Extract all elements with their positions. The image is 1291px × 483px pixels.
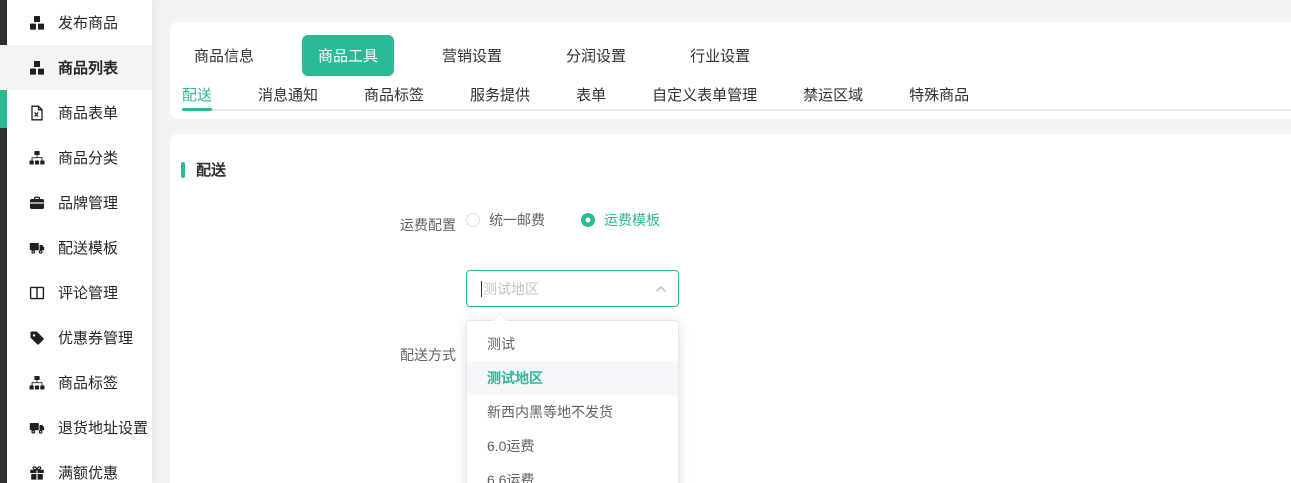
secondary-tab[interactable]: 自定义表单管理 [652,79,757,109]
sidebar-item-label: 评论管理 [58,282,118,303]
truck-icon [28,239,45,256]
select-option[interactable]: 测试 [467,327,678,361]
collapsed-menu-rail [0,0,7,483]
radio-icon[interactable] [466,213,480,227]
chevron-up-icon[interactable] [655,283,667,295]
sidebar-item[interactable]: 发布商品 [7,0,152,45]
sidebar-item-label: 商品标签 [58,372,118,393]
secondary-tab[interactable]: 商品标签 [364,79,424,109]
sitemap-icon [28,149,45,166]
primary-tab[interactable]: 商品信息 [194,45,254,66]
secondary-tab[interactable]: 特殊商品 [909,79,969,109]
sidebar-item[interactable]: 配送模板 [7,225,152,270]
dropdown-arrow [493,313,507,327]
secondary-tabs: 配送 消息通知 商品标签 服务提供 表单 自定义表单管理 禁运区域 特殊商品 [182,79,1291,111]
select-option[interactable]: 6.6运费 [467,463,678,483]
sidebar-item-label: 商品分类 [58,147,118,168]
text-cursor [481,281,482,297]
select-value: 测试地区 [483,279,539,299]
freight-template-select[interactable]: 测试地区 [466,270,679,307]
sidebar-item[interactable]: 品牌管理 [7,180,152,225]
sidebar-item-label: 优惠券管理 [58,327,133,348]
sidebar-item-label: 商品列表 [58,57,118,78]
sidebar-item[interactable]: 商品表单 [7,90,152,135]
radio-label: 运费模板 [604,210,660,230]
secondary-tab[interactable]: 表单 [576,79,606,109]
sidebar-item[interactable]: 商品标签 [7,360,152,405]
section-accent-bar [181,162,185,178]
select-dropdown-panel: 测试 测试地区 新西内黑等地不发货 6.0运费 6.6运费 [466,320,679,483]
secondary-tab[interactable]: 禁运区域 [803,79,863,109]
delivery-method-label: 配送方式 [396,345,456,365]
select-option[interactable]: 6.0运费 [467,429,678,463]
select-option-list: 测试 测试地区 新西内黑等地不发货 6.0运费 6.6运费 [467,327,678,483]
primary-tab[interactable]: 行业设置 [690,45,750,66]
sidebar-item-label: 满额优惠 [58,462,118,483]
briefcase-icon [28,194,45,211]
radio-label: 统一邮费 [489,210,545,230]
columns-icon [28,284,45,301]
tag-icon [28,329,45,346]
freight-radio-group: 统一邮费 运费模板 [466,210,660,230]
sitemap-icon [28,374,45,391]
section-header: 配送 [181,159,226,180]
sidebar-item-label: 品牌管理 [58,192,118,213]
file-form-icon [28,104,45,121]
secondary-tab[interactable]: 配送 [182,79,212,109]
section-title: 配送 [196,159,226,180]
truck-icon [28,419,45,436]
primary-tab[interactable]: 营销设置 [442,45,502,66]
sidebar-item-label: 配送模板 [58,237,118,258]
rail-active-notch [0,45,7,90]
sidebar-item[interactable]: 满额优惠 [7,450,152,483]
secondary-tab[interactable]: 消息通知 [258,79,318,109]
sidebar-item[interactable]: 评论管理 [7,270,152,315]
radio-icon[interactable] [581,213,595,227]
cubes-icon [28,59,45,76]
secondary-tab[interactable]: 服务提供 [470,79,530,109]
primary-tab[interactable]: 分润设置 [566,45,626,66]
freight-radio-option[interactable]: 统一邮费 [466,210,545,230]
primary-tabs: 商品信息 商品工具 营销设置 分润设置 行业设置 [194,32,1281,78]
gift-icon [28,464,45,481]
sidebar-item-label: 商品表单 [58,102,118,123]
select-option[interactable]: 测试地区 [467,361,678,395]
sidebar: 发布商品 商品列表 商品表单 商品分类 品牌管理 配送模板 评论管理 [7,0,152,483]
sidebar-item[interactable]: 退货地址设置 [7,405,152,450]
tabs-card: 商品信息 商品工具 营销设置 分润设置 行业设置 配送 消息通知 商品标签 服务… [170,22,1291,119]
freight-config-label: 运费配置 [396,215,456,235]
sidebar-item[interactable]: 商品列表 [7,45,152,90]
sidebar-item[interactable]: 优惠券管理 [7,315,152,360]
sidebar-item[interactable]: 商品分类 [7,135,152,180]
freight-radio-option[interactable]: 运费模板 [581,210,660,230]
primary-tab[interactable]: 商品工具 [302,35,394,76]
select-option[interactable]: 新西内黑等地不发货 [467,395,678,429]
content-card: 配送 运费配置 统一邮费 运费模板 测试地区 配送方式 [170,134,1291,483]
rail-scroll-thumb[interactable] [0,90,7,128]
sidebar-item-label: 发布商品 [58,12,118,33]
sidebar-item-label: 退货地址设置 [58,417,148,438]
cubes-icon [28,14,45,31]
